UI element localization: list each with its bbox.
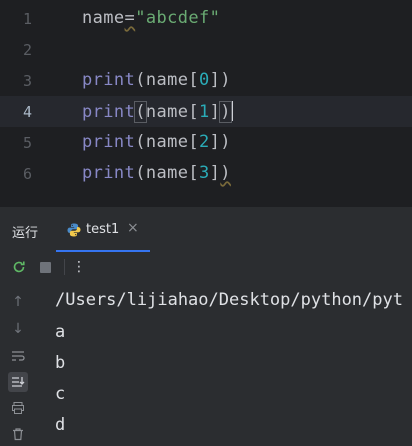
code-text: name="abcdef" xyxy=(82,8,220,28)
tab-label: test1 xyxy=(86,222,120,237)
up-arrow-icon[interactable]: ↑ xyxy=(8,292,28,312)
run-panel-title: 运行 xyxy=(12,226,39,241)
console-side-toolbar: ↑ ↓ xyxy=(0,282,38,446)
scroll-to-end-icon[interactable] xyxy=(8,372,28,392)
tab-test1[interactable]: test1 × xyxy=(56,207,150,253)
line-number: 2 xyxy=(22,41,32,59)
code-keyword: print xyxy=(82,70,136,90)
console-line: d xyxy=(55,415,66,435)
text-caret xyxy=(230,101,233,121)
console-output[interactable]: /Users/lijiahao/Desktop/python/pyt a b c… xyxy=(38,282,412,446)
code-keyword: print xyxy=(82,132,136,152)
console-line: a xyxy=(55,322,66,342)
python-icon xyxy=(67,223,81,237)
run-actions-toolbar: ⋮ xyxy=(0,252,412,282)
code-text: print(name[3]) xyxy=(82,163,231,183)
down-arrow-icon[interactable]: ↓ xyxy=(8,319,28,339)
code-identifier: name xyxy=(82,8,125,28)
soft-wrap-icon[interactable] xyxy=(8,346,28,366)
print-icon[interactable] xyxy=(8,398,28,418)
code-editor[interactable]: 1 name="abcdef" 2 3 print(name[0]) 4 pri… xyxy=(0,0,412,206)
code-text: print(name[0]) xyxy=(82,70,231,90)
console-line: b xyxy=(55,353,66,373)
line-number: 1 xyxy=(22,10,32,28)
trash-icon[interactable] xyxy=(8,424,28,444)
stop-icon[interactable] xyxy=(36,258,54,276)
code-number: 1 xyxy=(199,102,210,122)
line-number: 5 xyxy=(22,134,32,152)
code-keyword: print xyxy=(82,163,136,183)
line-number: 4 xyxy=(22,103,32,121)
editor-line-6[interactable]: 6 print(name[3]) xyxy=(0,158,412,189)
line-number: 3 xyxy=(22,72,32,90)
code-number: 2 xyxy=(199,132,210,152)
close-icon[interactable]: × xyxy=(127,220,139,236)
editor-line-5[interactable]: 5 print(name[2]) xyxy=(0,127,412,158)
code-number: 0 xyxy=(199,70,210,90)
editor-line-2[interactable]: 2 xyxy=(0,34,412,65)
editor-line-1[interactable]: 1 name="abcdef" xyxy=(0,3,412,34)
run-tool-window-header: 运行 test1 × xyxy=(0,206,412,253)
more-options-icon[interactable]: ⋮ xyxy=(70,258,88,276)
code-number: 3 xyxy=(199,163,210,183)
code-string: "abcdef" xyxy=(135,8,221,28)
editor-line-4[interactable]: 4 print(name[1]) xyxy=(0,96,412,127)
console-line: c xyxy=(55,384,66,404)
editor-line-3[interactable]: 3 print(name[0]) xyxy=(0,65,412,96)
rerun-icon[interactable] xyxy=(10,258,28,276)
code-operator: = xyxy=(124,8,136,28)
console-line: /Users/lijiahao/Desktop/python/pyt xyxy=(55,290,403,310)
code-text: print(name[1]) xyxy=(82,101,233,123)
toolbar-divider xyxy=(64,259,65,275)
line-number: 6 xyxy=(22,165,32,183)
code-text: print(name[2]) xyxy=(82,132,231,152)
code-keyword: print xyxy=(82,102,136,122)
